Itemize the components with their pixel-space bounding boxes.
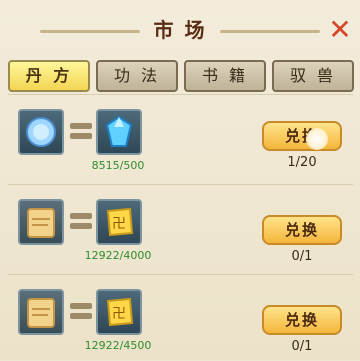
exchange-progress: 0/1	[291, 249, 313, 264]
svg-text:卍: 卍	[112, 216, 126, 232]
page-title: 市 场	[153, 18, 207, 42]
tab-danfang[interactable]: 丹 方	[8, 60, 90, 92]
blue-gem-icon	[18, 109, 64, 155]
exchange-row: 卍 12922/4000 兑换 0/1	[8, 184, 353, 271]
title-bar: 市 场 ✕	[0, 0, 360, 52]
owned-count: 12922/4500	[84, 339, 152, 352]
exchange-button[interactable]: 兑换	[262, 305, 342, 335]
exchange-button[interactable]: 兑换	[262, 121, 342, 151]
tab-shuji[interactable]: 书 籍	[184, 60, 266, 92]
owned-count: 12922/4000	[84, 249, 152, 262]
title-left-ornament	[40, 30, 140, 33]
close-icon[interactable]: ✕	[326, 16, 354, 44]
exchange-row: 卍 12922/4500 兑换 0/1	[8, 274, 353, 361]
blue-crystal-icon	[96, 109, 142, 155]
exchange-progress: 0/1	[291, 339, 313, 354]
gold-token-icon: 卍	[96, 289, 142, 335]
equals-icon	[70, 301, 92, 321]
equals-icon	[70, 121, 92, 141]
scroll-icon	[18, 199, 64, 245]
gold-token-icon: 卍	[96, 199, 142, 245]
title-right-ornament	[220, 30, 320, 33]
equals-icon	[70, 211, 92, 231]
market-window: 市 场 ✕ 丹 方 功 法 书 籍 驭 兽 8515/500 兑换 1/20 卍…	[0, 0, 360, 360]
exchange-list: 8515/500 兑换 1/20 卍 12922/4000 兑换 0/1 卍 1…	[8, 94, 353, 360]
scroll-icon	[18, 289, 64, 335]
exchange-button[interactable]: 兑换	[262, 215, 342, 245]
owned-count: 8515/500	[91, 159, 145, 172]
tab-yushou[interactable]: 驭 兽	[272, 60, 354, 92]
tab-gongfa[interactable]: 功 法	[96, 60, 178, 92]
sparkle-effect	[306, 128, 328, 150]
exchange-progress: 1/20	[287, 155, 317, 170]
svg-text:卍: 卍	[112, 306, 126, 322]
category-tabs: 丹 方 功 法 书 籍 驭 兽	[8, 60, 354, 92]
exchange-row: 8515/500 兑换 1/20	[8, 94, 353, 181]
